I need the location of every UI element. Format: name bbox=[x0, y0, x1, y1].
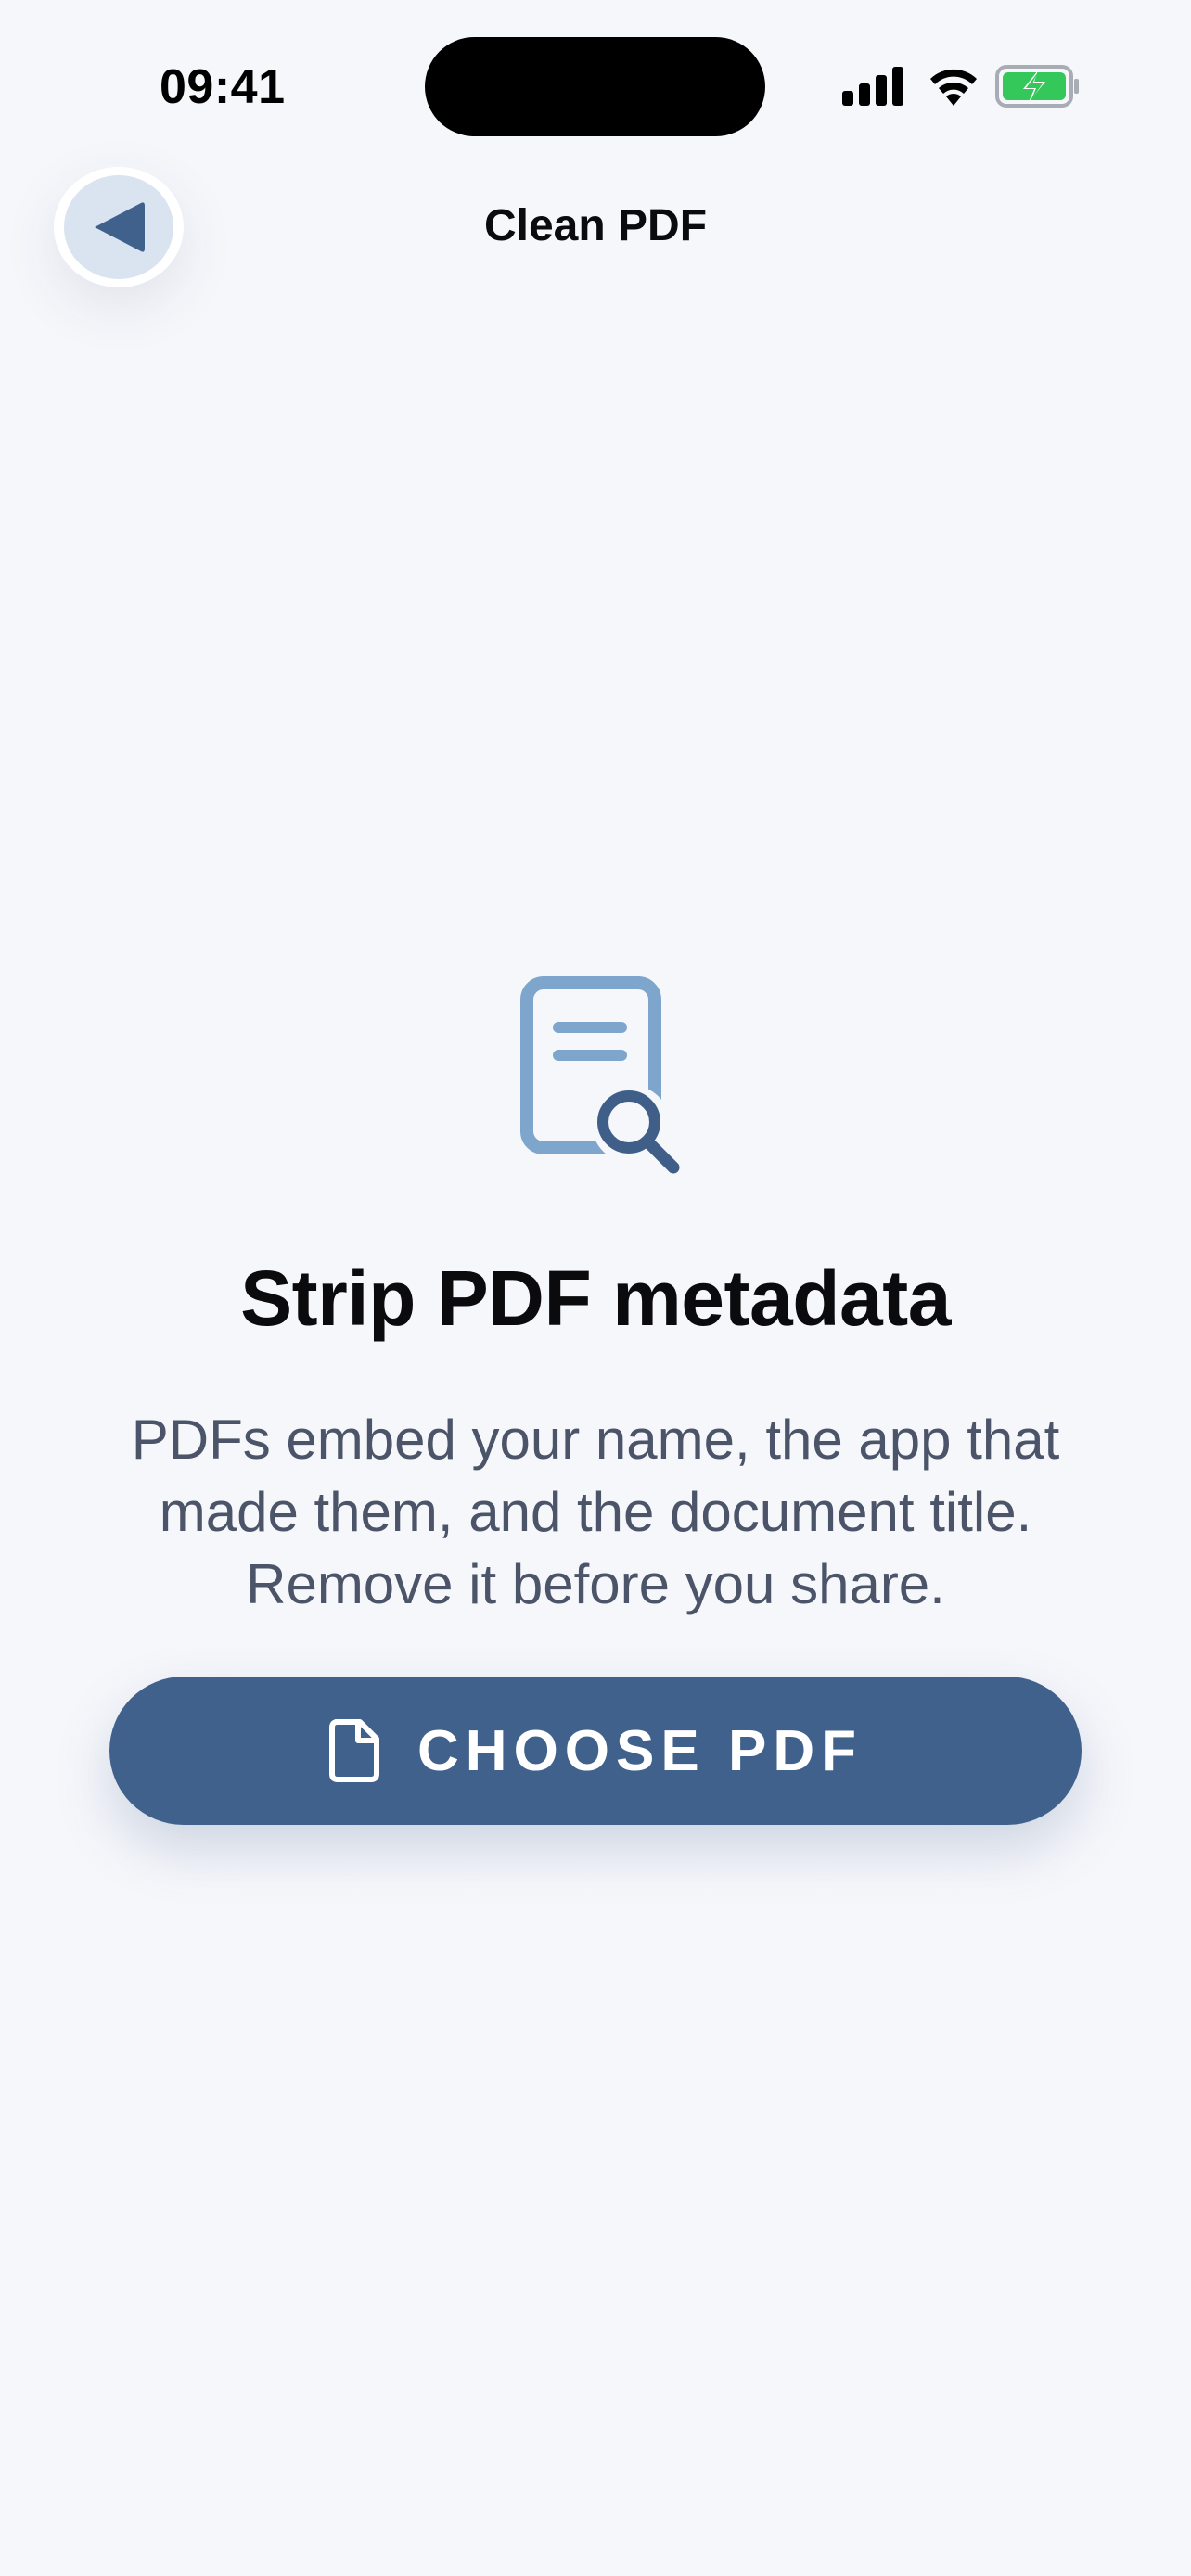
status-time: 09:41 bbox=[160, 60, 286, 114]
wifi-icon bbox=[930, 69, 977, 106]
choose-pdf-button[interactable]: CHOOSE PDF bbox=[109, 1677, 1082, 1825]
status-bar: 09:41 bbox=[0, 0, 1191, 167]
headline: Strip PDF metadata bbox=[240, 1255, 951, 1342]
document-search-icon bbox=[520, 976, 680, 1174]
battery-charging-icon bbox=[995, 65, 1079, 108]
page-title: Clean PDF bbox=[483, 201, 708, 250]
signal-icon bbox=[842, 67, 903, 106]
choose-pdf-label: CHOOSE PDF bbox=[417, 1718, 863, 1783]
description: PDFs embed your name, the app that made … bbox=[131, 1409, 1060, 1615]
file-icon bbox=[328, 1718, 380, 1783]
dynamic-island bbox=[425, 37, 765, 136]
status-icons bbox=[842, 65, 1083, 109]
